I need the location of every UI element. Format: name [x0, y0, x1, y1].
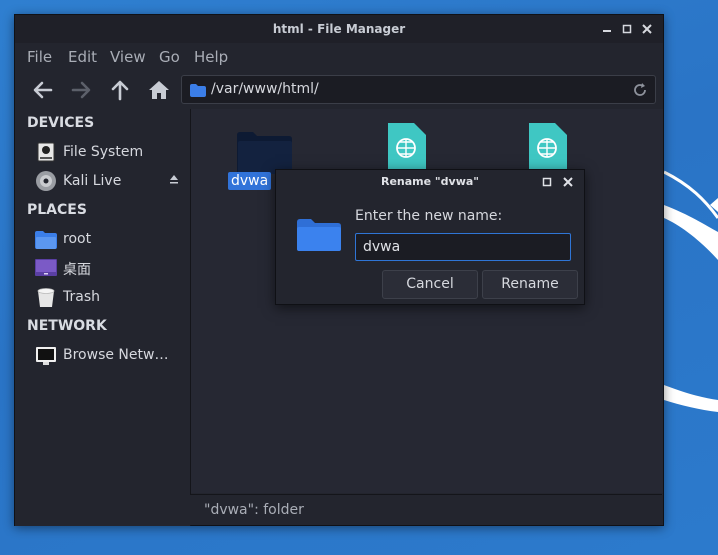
- location-bar[interactable]: /var/www/html/: [181, 75, 656, 104]
- sidebar-item-desktop[interactable]: 桌面: [35, 254, 185, 280]
- sidebar-item-root[interactable]: root: [35, 226, 185, 252]
- disc-icon: [36, 171, 56, 191]
- sidebar-item-file-system[interactable]: File System: [35, 139, 185, 165]
- minimize-button[interactable]: [599, 21, 615, 37]
- desktop-folder-icon: [35, 259, 57, 276]
- title-bar[interactable]: html - File Manager: [15, 15, 663, 43]
- sidebar-heading-places: PLACES: [27, 202, 87, 218]
- location-path: /var/www/html/: [211, 81, 319, 97]
- up-button[interactable]: [104, 75, 136, 105]
- menu-bar: File Edit View Go Help: [15, 43, 663, 71]
- trash-icon: [37, 288, 55, 307]
- menu-help[interactable]: Help: [194, 48, 228, 66]
- close-button[interactable]: [639, 21, 655, 37]
- sidebar-item-label: 桌面: [63, 262, 91, 278]
- minimize-icon: [603, 30, 611, 32]
- home-folder-icon: [35, 231, 57, 249]
- status-bar: "dvwa": folder: [190, 494, 662, 525]
- dialog-title: Rename "dvwa": [380, 175, 480, 188]
- web-file-icon: [529, 123, 567, 171]
- folder-icon: [297, 219, 341, 251]
- rename-button[interactable]: Rename: [482, 270, 578, 299]
- menu-edit[interactable]: Edit: [68, 48, 97, 66]
- status-text: "dvwa": folder: [204, 502, 304, 518]
- menu-file[interactable]: File: [27, 48, 52, 66]
- rename-dialog: Rename "dvwa" Enter the new name: Cancel…: [275, 169, 585, 305]
- file-item-label: dvwa: [228, 172, 272, 190]
- maximize-icon: [622, 24, 632, 34]
- menu-view[interactable]: View: [110, 48, 146, 66]
- folder-icon: [190, 84, 206, 97]
- sidebar-item-label: Trash: [63, 289, 100, 305]
- sidebar-heading-devices: DEVICES: [27, 115, 95, 131]
- close-icon: [563, 177, 573, 187]
- web-file-icon: [388, 123, 426, 171]
- arrow-left-icon: [33, 81, 53, 99]
- sidebar: DEVICES File System Kali Live PLACES roo…: [15, 109, 191, 526]
- sidebar-item-label: Kali Live: [63, 173, 122, 189]
- network-icon: [36, 347, 56, 365]
- home-button[interactable]: [143, 75, 175, 105]
- window-title: html - File Manager: [272, 22, 406, 36]
- close-icon: [642, 24, 652, 34]
- sidebar-item-kali-live[interactable]: Kali Live: [35, 168, 185, 194]
- dialog-close-button[interactable]: [561, 175, 575, 189]
- cancel-button[interactable]: Cancel: [382, 270, 478, 299]
- sidebar-item-trash[interactable]: Trash: [35, 284, 185, 310]
- arrow-up-icon: [111, 80, 129, 101]
- sidebar-heading-network: NETWORK: [27, 318, 107, 334]
- sidebar-item-label: root: [63, 231, 92, 247]
- rename-prompt: Enter the new name:: [355, 208, 503, 224]
- forward-button[interactable]: [65, 75, 97, 105]
- back-button[interactable]: [27, 75, 59, 105]
- drive-icon: [37, 142, 55, 162]
- menu-go[interactable]: Go: [159, 48, 180, 66]
- new-name-input[interactable]: [355, 233, 571, 261]
- home-icon: [149, 81, 169, 99]
- maximize-button[interactable]: [619, 21, 635, 37]
- sidebar-item-label: File System: [63, 144, 144, 160]
- sidebar-item-browse-network[interactable]: Browse Netw…: [35, 342, 185, 368]
- dialog-maximize-button[interactable]: [540, 175, 554, 189]
- reload-icon[interactable]: [631, 81, 649, 99]
- maximize-icon: [542, 177, 552, 187]
- toolbar: /var/www/html/: [15, 71, 663, 111]
- sidebar-item-label: Browse Netw…: [63, 347, 169, 363]
- eject-icon[interactable]: [169, 174, 179, 184]
- arrow-right-icon: [71, 81, 91, 99]
